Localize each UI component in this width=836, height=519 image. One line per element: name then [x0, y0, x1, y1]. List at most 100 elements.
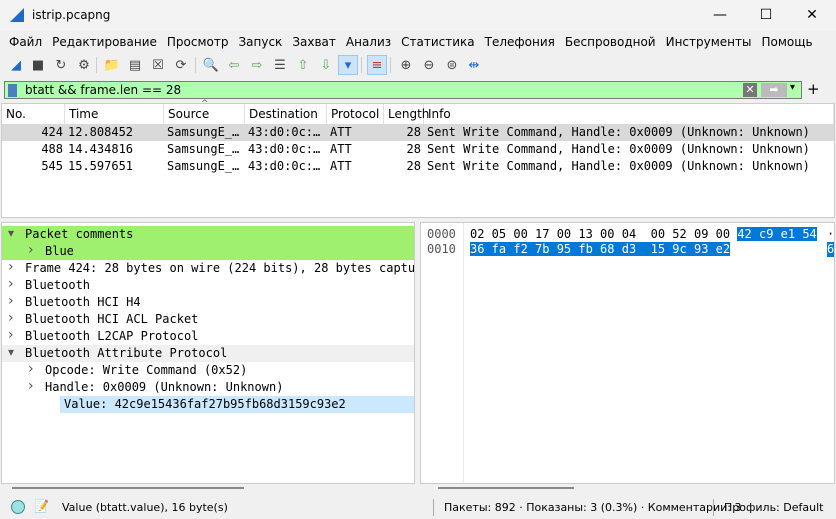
detail-text: Opcode: Write Command (0x52): [45, 363, 248, 377]
detail-item[interactable]: ▾ Packet comments: [2, 226, 414, 243]
expanded-arrow-icon[interactable]: ▾: [8, 344, 14, 361]
save-file-icon[interactable]: ▤: [125, 55, 145, 75]
menu-item[interactable]: Файл: [4, 32, 47, 52]
detail-text: Bluetooth Attribute Protocol: [25, 346, 228, 360]
menu-item[interactable]: Беспроводной: [560, 32, 661, 52]
collapsed-arrow-icon[interactable]: ›: [28, 378, 34, 395]
restart-capture-icon[interactable]: ↻: [51, 55, 71, 75]
packet-info: Sent Write Command, Handle: 0x0009 (Unkn…: [427, 142, 810, 156]
packet-info: Sent Write Command, Handle: 0x0009 (Unkn…: [427, 159, 810, 173]
detail-text: Bluetooth: [25, 278, 91, 292]
toolbar-separator: [96, 57, 97, 73]
main-toolbar: ◢ ■ ↻ ⚙ 📁 ▤ ☒ ⟳ 🔍 ⇦ ⇨ ☰ ⇧ ⇩ ▾ ≡ ⊕ ⊖ ⊜ ⇹: [0, 52, 836, 78]
packet-length: 28: [406, 159, 421, 173]
collapsed-arrow-icon[interactable]: ›: [8, 327, 14, 344]
zoom-out-icon[interactable]: ⊖: [419, 55, 439, 75]
collapsed-arrow-icon[interactable]: ›: [8, 293, 14, 310]
detail-item[interactable]: › Blue: [2, 242, 414, 260]
packet-row[interactable]: 424 12.808452 SamsungE_… 43:d0:0c:… ATT 28 Sen…: [2, 124, 834, 141]
menu-item[interactable]: Телефония: [480, 32, 560, 52]
menu-item[interactable]: Редактирование: [47, 32, 162, 52]
maximize-button[interactable]: ☐: [743, 0, 789, 31]
column-header-info[interactable]: Info: [424, 104, 834, 124]
details-scrollbar[interactable]: [12, 487, 244, 489]
menu-item[interactable]: Помощь: [756, 32, 817, 52]
hex-line[interactable]: 36 fa f2 7b 95 fb 68 d3 15 9c 93 e2: [470, 242, 731, 257]
packet-row[interactable]: 488 14.434816 SamsungE_… 43:d0:0c:… ATT 28 Sen…: [2, 141, 834, 158]
packet-destination: 43:d0:0c:…: [248, 159, 321, 173]
bytes-scrollbar[interactable]: [438, 487, 574, 489]
bookmark-icon[interactable]: [8, 84, 17, 97]
title-bar: istrip.pcapng — ☐ ✕: [0, 0, 836, 31]
status-packet-counts: Пакеты: 892 · Показаны: 3 (0.3%) · Комме…: [444, 501, 742, 514]
packet-time: 14.434816: [68, 142, 134, 156]
close-button[interactable]: ✕: [789, 0, 835, 31]
minimize-button[interactable]: —: [697, 0, 743, 31]
find-packet-icon[interactable]: 🔍: [201, 55, 221, 75]
menu-item[interactable]: Статистика: [396, 32, 480, 52]
colorize-icon[interactable]: ≡: [367, 55, 387, 75]
detail-item[interactable]: ▾ Bluetooth Attribute Protocol: [2, 345, 414, 362]
display-filter-input[interactable]: btatt && frame.len == 28 ✕ ➡ ▾: [4, 81, 802, 99]
zoom-in-icon[interactable]: ⊕: [396, 55, 416, 75]
column-header-protocol[interactable]: Protocol: [327, 104, 384, 124]
menu-item[interactable]: Просмотр: [162, 32, 234, 52]
packet-row[interactable]: 545 15.597651 SamsungE_… 43:d0:0c:… ATT 28 Sen…: [2, 158, 834, 175]
column-header-destination[interactable]: Destination: [245, 104, 327, 124]
filter-history-icon[interactable]: ▾: [790, 82, 795, 93]
last-packet-icon[interactable]: ⇩: [316, 55, 336, 75]
status-profile[interactable]: Профиль: Default: [724, 501, 823, 514]
go-forward-icon[interactable]: ⇨: [247, 55, 267, 75]
go-back-icon[interactable]: ⇦: [224, 55, 244, 75]
normal-size-icon[interactable]: ⊜: [442, 55, 462, 75]
packet-no: 545: [41, 159, 63, 173]
resize-columns-icon[interactable]: ⇹: [464, 55, 484, 75]
collapsed-arrow-icon[interactable]: ›: [8, 259, 14, 276]
packet-source: SamsungE_…: [167, 142, 240, 156]
collapsed-arrow-icon[interactable]: ›: [8, 310, 14, 327]
stop-capture-icon[interactable]: ■: [28, 55, 48, 75]
collapsed-arrow-icon[interactable]: ›: [28, 242, 34, 259]
open-file-icon[interactable]: 📁: [102, 55, 122, 75]
packet-info: Sent Write Command, Handle: 0x0009 (Unkn…: [427, 125, 810, 139]
detail-item[interactable]: › Bluetooth L2CAP Protocol: [2, 327, 414, 345]
packet-protocol: ATT: [330, 159, 352, 173]
expanded-arrow-icon[interactable]: ▾: [8, 225, 14, 242]
hex-line[interactable]: 02 05 00 17 00 13 00 04 00 52 09 00 42 c…: [470, 227, 817, 242]
reload-file-icon[interactable]: ⟳: [171, 55, 191, 75]
menu-item[interactable]: Анализ: [341, 32, 396, 52]
expert-info-icon[interactable]: [11, 500, 25, 514]
ascii-text: 6: [827, 242, 835, 257]
add-filter-button-icon[interactable]: +: [807, 80, 820, 98]
clear-filter-icon[interactable]: ✕: [743, 83, 757, 97]
collapsed-arrow-icon[interactable]: ›: [8, 276, 14, 293]
collapsed-arrow-icon[interactable]: ›: [28, 361, 34, 378]
menu-item[interactable]: Захват: [287, 32, 341, 52]
packet-time: 12.808452: [68, 125, 134, 139]
close-file-icon[interactable]: ☒: [148, 55, 168, 75]
status-bar: 📝 Value (btatt.value), 16 byte(s) Пакеты…: [0, 497, 836, 519]
auto-scroll-icon[interactable]: ▾: [338, 55, 358, 75]
first-packet-icon[interactable]: ⇧: [293, 55, 313, 75]
detail-item[interactable]: › Bluetooth HCI ACL Packet: [2, 310, 414, 328]
column-header-length[interactable]: Length: [384, 104, 429, 124]
detail-item[interactable]: › Frame 424: 28 bytes on wire (224 bits),…: [2, 259, 414, 277]
hex-highlight: 42 c9 e1 54: [737, 227, 817, 241]
detail-text: Bluetooth HCI H4: [25, 295, 141, 309]
start-capture-icon[interactable]: ◢: [6, 55, 26, 75]
detail-item[interactable]: › Bluetooth HCI H4: [2, 293, 414, 311]
go-to-packet-icon[interactable]: ☰: [270, 55, 290, 75]
menu-item[interactable]: Запуск: [233, 32, 287, 52]
capture-options-icon[interactable]: ⚙: [74, 55, 94, 75]
menu-item[interactable]: Инструменты: [661, 32, 757, 52]
detail-item[interactable]: › Opcode: Write Command (0x52): [2, 361, 414, 379]
packet-list: No. Time Source Destination Protocol Length In…: [1, 99, 835, 218]
comment-edit-icon[interactable]: 📝: [34, 499, 49, 513]
detail-item[interactable]: Value: 42c9e15436faf27b95fb68d3159c93e2: [60, 396, 414, 413]
column-header-time[interactable]: Time: [65, 104, 164, 124]
packet-source: SamsungE_…: [167, 125, 240, 139]
apply-filter-icon[interactable]: ➡: [761, 83, 787, 97]
column-header-no[interactable]: No.: [2, 104, 65, 124]
detail-item[interactable]: › Bluetooth: [2, 276, 414, 294]
detail-item[interactable]: › Handle: 0x0009 (Unknown: Unknown): [2, 378, 414, 396]
